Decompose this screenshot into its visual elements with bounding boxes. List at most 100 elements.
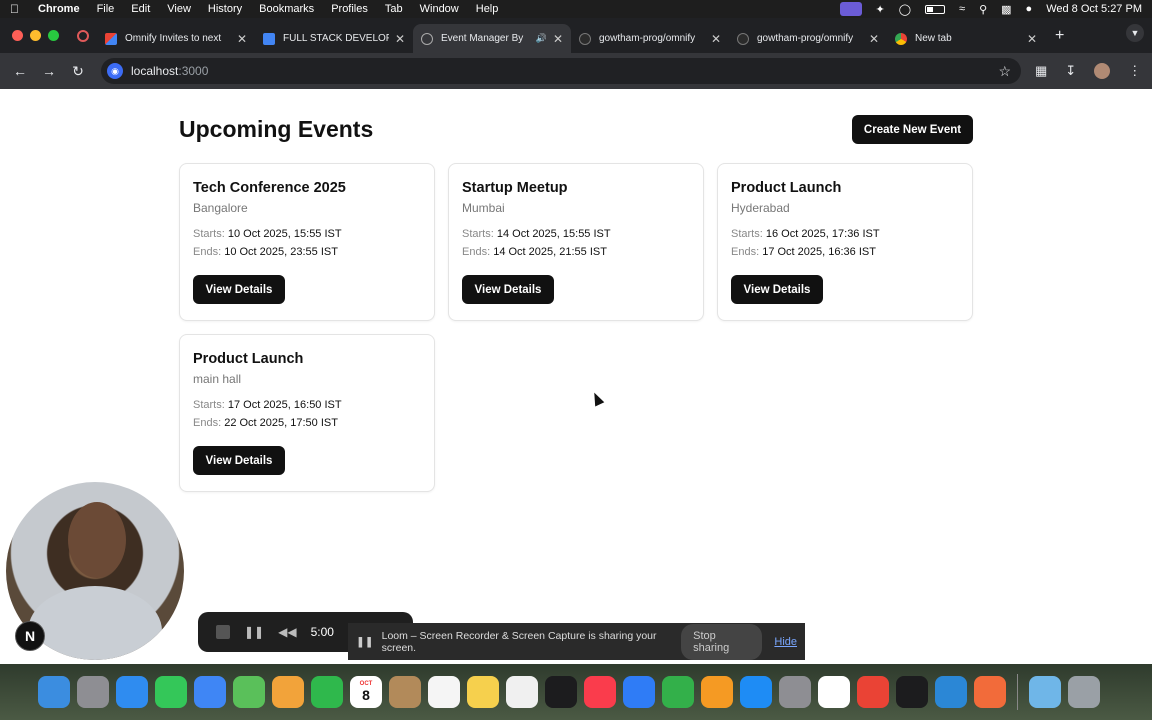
pages-icon[interactable] [701, 676, 733, 708]
photos-icon[interactable] [272, 676, 304, 708]
tab-label: Event Manager By [441, 33, 524, 44]
pause-icon[interactable]: ❚❚ [244, 625, 264, 639]
notion-icon[interactable] [818, 676, 850, 708]
tab-full-stack-doc[interactable]: FULL STACK DEVELOPER ✕ [255, 24, 413, 53]
menu-profiles[interactable]: Profiles [331, 3, 368, 15]
menu-app-name[interactable]: Chrome [38, 3, 80, 15]
menu-edit[interactable]: Edit [131, 3, 150, 15]
stop-recording-icon[interactable] [216, 625, 230, 639]
menu-file[interactable]: File [97, 3, 115, 15]
control-center-icon[interactable]: ▩ [1001, 3, 1011, 16]
webcam-shirt [28, 586, 162, 660]
stop-sharing-button[interactable]: Stop sharing [681, 623, 763, 660]
view-details-button[interactable]: View Details [193, 446, 285, 475]
trash-icon[interactable] [1068, 676, 1100, 708]
ends-label: Ends: [193, 246, 222, 258]
notes-icon[interactable] [467, 676, 499, 708]
create-new-event-button[interactable]: Create New Event [852, 115, 973, 144]
vscode-icon[interactable] [935, 676, 967, 708]
postman-icon[interactable] [974, 676, 1006, 708]
close-tab-icon[interactable]: ✕ [395, 32, 405, 46]
bookmark-star-icon[interactable]: ☆ [998, 63, 1011, 80]
nextjs-badge[interactable]: N [15, 621, 45, 651]
wifi-icon[interactable]: ≈ [959, 3, 965, 15]
spotlight-search-icon[interactable]: ⚲ [979, 3, 987, 16]
system-settings-icon[interactable] [779, 676, 811, 708]
speaker-icon[interactable]: 🔊 [536, 33, 547, 44]
airplay-icon[interactable]: ◯ [899, 3, 911, 16]
tab-event-manager[interactable]: Event Manager By 🔊 ✕ [413, 24, 571, 53]
siri-icon[interactable]: ● [1026, 3, 1033, 15]
close-window-button[interactable] [12, 30, 23, 41]
back-arrow-icon[interactable]: ← [10, 63, 30, 79]
contacts-icon[interactable] [389, 676, 421, 708]
extensions-puzzle-icon[interactable]: ▦ [1035, 63, 1047, 79]
reload-icon[interactable]: ↻ [68, 63, 88, 80]
launchpad-icon[interactable] [77, 676, 109, 708]
tv-icon[interactable] [545, 676, 577, 708]
profile-avatar[interactable] [1094, 63, 1111, 79]
finder-icon[interactable] [38, 676, 70, 708]
status-area: ✦ ◯ ≈ ⚲ ▩ ● Wed 8 Oct 5:27 PM [839, 2, 1142, 16]
app-store-icon[interactable] [740, 676, 772, 708]
keynote-icon[interactable] [623, 676, 655, 708]
tab-github-omnify-2[interactable]: gowtham-prog/omnify ✕ [729, 24, 887, 53]
dock-separator [1017, 674, 1018, 710]
battery-icon[interactable] [925, 4, 946, 14]
view-details-button[interactable]: View Details [462, 275, 554, 304]
chrome-icon[interactable] [857, 676, 889, 708]
bluetooth-icon[interactable]: ✦ [876, 3, 885, 16]
apple-icon[interactable]:  [10, 2, 24, 16]
menu-tab[interactable]: Tab [385, 3, 403, 15]
menu-window[interactable]: Window [420, 3, 459, 15]
numbers-icon[interactable] [662, 676, 694, 708]
safari-icon[interactable] [116, 676, 148, 708]
tab-omnify-invites[interactable]: Omnify Invites to next ✕ [97, 24, 255, 53]
view-details-button[interactable]: View Details [193, 275, 285, 304]
event-times: Starts: 10 Oct 2025, 15:55 IST Ends: 10 … [193, 228, 421, 258]
tab-new-tab[interactable]: New tab ✕ [887, 24, 1045, 53]
menubar-clock[interactable]: Wed 8 Oct 5:27 PM [1046, 3, 1142, 15]
site-info-icon[interactable]: ◉ [107, 63, 123, 79]
music-icon[interactable] [584, 676, 616, 708]
menu-help[interactable]: Help [476, 3, 499, 15]
starts-value: 16 Oct 2025, 17:36 IST [765, 228, 880, 240]
downloads-folder-icon[interactable] [1029, 676, 1061, 708]
close-tab-icon[interactable]: ✕ [553, 32, 563, 46]
menu-view[interactable]: View [167, 3, 191, 15]
menu-history[interactable]: History [208, 3, 242, 15]
freeform-icon[interactable] [506, 676, 538, 708]
facetime-icon[interactable] [311, 676, 343, 708]
calendar-icon[interactable]: OCT 8 [350, 676, 382, 708]
chrome-tabstrip: Omnify Invites to next ✕ FULL STACK DEVE… [0, 18, 1152, 53]
messages-icon[interactable] [155, 676, 187, 708]
terminal-icon[interactable] [896, 676, 928, 708]
screen-record-icon[interactable] [839, 2, 862, 16]
close-tab-icon[interactable]: ✕ [237, 32, 247, 46]
mail-icon[interactable] [194, 676, 226, 708]
hide-share-bar-link[interactable]: Hide [774, 636, 797, 648]
event-ends: Ends: 22 Oct 2025, 17:50 IST [193, 417, 421, 429]
kebab-menu-icon[interactable]: ⋮ [1128, 63, 1141, 79]
tab-search-chevron-down-icon[interactable]: ▼ [1126, 24, 1144, 42]
close-tab-icon[interactable]: ✕ [869, 32, 879, 46]
download-icon[interactable]: ↧ [1065, 63, 1076, 79]
close-tab-icon[interactable]: ✕ [711, 32, 721, 46]
forward-arrow-icon[interactable]: → [39, 63, 59, 79]
menu-bookmarks[interactable]: Bookmarks [259, 3, 314, 15]
minimize-window-button[interactable] [30, 30, 41, 41]
ends-label: Ends: [193, 417, 222, 429]
maps-icon[interactable] [233, 676, 265, 708]
address-bar[interactable]: ◉ localhost :3000 ☆ [101, 58, 1021, 84]
event-title: Product Launch [193, 351, 304, 367]
maximize-window-button[interactable] [48, 30, 59, 41]
window-controls [12, 30, 59, 41]
tab-github-omnify-1[interactable]: gowtham-prog/omnify ✕ [571, 24, 729, 53]
close-tab-icon[interactable]: ✕ [1027, 32, 1037, 46]
rewind-icon[interactable]: ◀◀ [278, 625, 296, 639]
view-details-button[interactable]: View Details [731, 275, 823, 304]
reminders-icon[interactable] [428, 676, 460, 708]
starts-label: Starts: [462, 228, 494, 240]
new-tab-button[interactable]: + [1055, 27, 1064, 45]
mouse-cursor-icon [589, 390, 605, 407]
